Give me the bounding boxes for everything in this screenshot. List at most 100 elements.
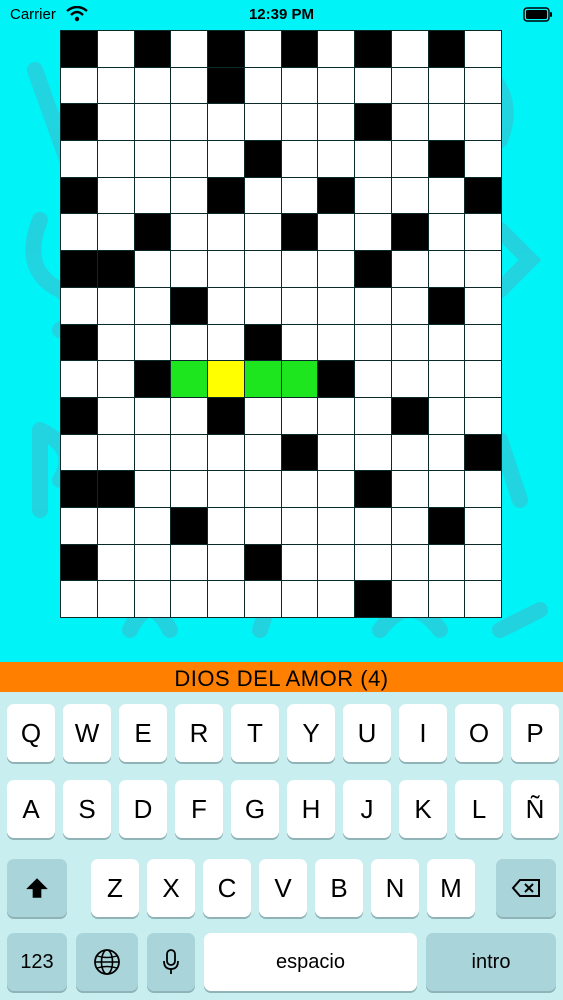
empty-cell[interactable] xyxy=(97,287,134,324)
empty-cell[interactable] xyxy=(355,324,391,361)
empty-cell[interactable] xyxy=(171,67,207,104)
empty-cell[interactable] xyxy=(134,434,171,471)
empty-cell[interactable] xyxy=(171,471,207,507)
empty-cell[interactable] xyxy=(134,544,171,581)
empty-cell[interactable] xyxy=(134,287,171,324)
empty-cell[interactable] xyxy=(171,324,207,361)
empty-cell[interactable] xyxy=(428,581,465,617)
empty-cell[interactable] xyxy=(97,324,134,361)
key-row2-4[interactable]: G xyxy=(231,780,279,838)
key-row3-0[interactable]: Z xyxy=(91,859,139,917)
empty-cell[interactable] xyxy=(391,544,428,581)
empty-cell[interactable] xyxy=(355,507,391,544)
empty-cell[interactable] xyxy=(97,434,134,471)
empty-cell[interactable] xyxy=(318,214,354,251)
empty-cell[interactable] xyxy=(134,507,171,544)
key-row1-7[interactable]: I xyxy=(399,704,447,762)
empty-cell[interactable] xyxy=(61,434,97,471)
highlighted-cell[interactable] xyxy=(281,361,318,397)
empty-cell[interactable] xyxy=(171,251,207,287)
empty-cell[interactable] xyxy=(465,471,501,507)
empty-cell[interactable] xyxy=(134,251,171,287)
empty-cell[interactable] xyxy=(318,287,354,324)
empty-cell[interactable] xyxy=(134,67,171,104)
empty-cell[interactable] xyxy=(428,544,465,581)
key-row3-4[interactable]: B xyxy=(315,859,363,917)
empty-cell[interactable] xyxy=(244,507,281,544)
key-row1-1[interactable]: W xyxy=(63,704,111,762)
empty-cell[interactable] xyxy=(465,361,501,397)
key-row2-0[interactable]: A xyxy=(7,780,55,838)
empty-cell[interactable] xyxy=(465,67,501,104)
empty-cell[interactable] xyxy=(61,214,97,251)
key-row2-2[interactable]: D xyxy=(119,780,167,838)
empty-cell[interactable] xyxy=(171,434,207,471)
globe-key[interactable] xyxy=(76,933,138,991)
empty-cell[interactable] xyxy=(244,471,281,507)
empty-cell[interactable] xyxy=(97,177,134,214)
empty-cell[interactable] xyxy=(428,214,465,251)
space-key[interactable]: espacio xyxy=(204,933,417,991)
dictation-key[interactable] xyxy=(147,933,195,991)
empty-cell[interactable] xyxy=(428,324,465,361)
empty-cell[interactable] xyxy=(97,214,134,251)
empty-cell[interactable] xyxy=(134,471,171,507)
empty-cell[interactable] xyxy=(355,177,391,214)
empty-cell[interactable] xyxy=(97,31,134,67)
empty-cell[interactable] xyxy=(171,214,207,251)
empty-cell[interactable] xyxy=(208,324,244,361)
empty-cell[interactable] xyxy=(61,141,97,177)
empty-cell[interactable] xyxy=(244,251,281,287)
empty-cell[interactable] xyxy=(244,434,281,471)
delete-key[interactable] xyxy=(496,859,556,917)
empty-cell[interactable] xyxy=(318,581,354,617)
empty-cell[interactable] xyxy=(171,544,207,581)
empty-cell[interactable] xyxy=(428,67,465,104)
empty-cell[interactable] xyxy=(281,177,318,214)
empty-cell[interactable] xyxy=(61,287,97,324)
key-row3-6[interactable]: M xyxy=(427,859,475,917)
empty-cell[interactable] xyxy=(391,104,428,141)
key-row2-5[interactable]: H xyxy=(287,780,335,838)
empty-cell[interactable] xyxy=(97,361,134,397)
empty-cell[interactable] xyxy=(244,31,281,67)
empty-cell[interactable] xyxy=(134,177,171,214)
key-row3-5[interactable]: N xyxy=(371,859,419,917)
empty-cell[interactable] xyxy=(318,104,354,141)
key-row3-2[interactable]: C xyxy=(203,859,251,917)
empty-cell[interactable] xyxy=(318,324,354,361)
empty-cell[interactable] xyxy=(244,214,281,251)
empty-cell[interactable] xyxy=(281,287,318,324)
empty-cell[interactable] xyxy=(355,67,391,104)
empty-cell[interactable] xyxy=(208,251,244,287)
numbers-key[interactable]: 123 xyxy=(7,933,67,991)
empty-cell[interactable] xyxy=(465,581,501,617)
empty-cell[interactable] xyxy=(428,361,465,397)
empty-cell[interactable] xyxy=(428,251,465,287)
empty-cell[interactable] xyxy=(61,581,97,617)
empty-cell[interactable] xyxy=(318,434,354,471)
key-row1-9[interactable]: P xyxy=(511,704,559,762)
empty-cell[interactable] xyxy=(391,471,428,507)
empty-cell[interactable] xyxy=(465,214,501,251)
empty-cell[interactable] xyxy=(391,251,428,287)
empty-cell[interactable] xyxy=(355,214,391,251)
empty-cell[interactable] xyxy=(465,31,501,67)
key-row2-1[interactable]: S xyxy=(63,780,111,838)
empty-cell[interactable] xyxy=(281,507,318,544)
key-row2-3[interactable]: F xyxy=(175,780,223,838)
empty-cell[interactable] xyxy=(244,287,281,324)
empty-cell[interactable] xyxy=(465,507,501,544)
empty-cell[interactable] xyxy=(97,581,134,617)
empty-cell[interactable] xyxy=(318,507,354,544)
empty-cell[interactable] xyxy=(61,67,97,104)
empty-cell[interactable] xyxy=(208,141,244,177)
empty-cell[interactable] xyxy=(97,141,134,177)
empty-cell[interactable] xyxy=(318,544,354,581)
empty-cell[interactable] xyxy=(281,581,318,617)
empty-cell[interactable] xyxy=(318,251,354,287)
highlighted-cell[interactable] xyxy=(171,361,207,397)
key-row1-4[interactable]: T xyxy=(231,704,279,762)
empty-cell[interactable] xyxy=(318,471,354,507)
empty-cell[interactable] xyxy=(428,104,465,141)
